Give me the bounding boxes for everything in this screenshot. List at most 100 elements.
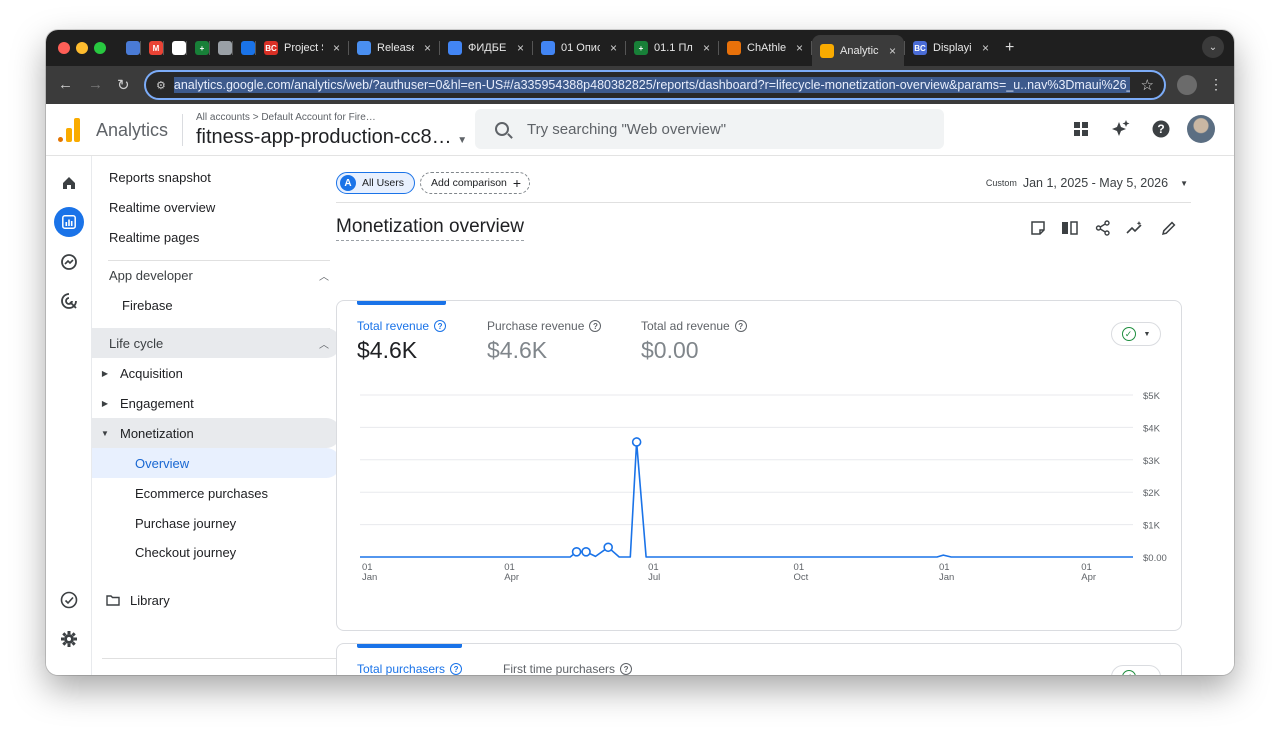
first-time-purchasers-metric[interactable]: First time purchasers? 84 <box>503 662 633 675</box>
advertising-icon[interactable] <box>54 286 84 316</box>
nav-reports-snapshot[interactable]: Reports snapshot <box>92 162 341 192</box>
y-tick-label: $4K <box>1143 423 1161 434</box>
tab-favicon-icon: + <box>634 41 648 55</box>
browser-menu-icon[interactable]: ⋮ <box>1209 76 1223 93</box>
property-selector[interactable]: fitness-app-production-cc8… ▼ <box>196 126 467 149</box>
chevron-down-icon: ▼ <box>457 135 468 146</box>
reload-icon[interactable]: ↻ <box>117 76 130 94</box>
nav-overview[interactable]: Overview <box>92 448 341 478</box>
search-input[interactable] <box>527 120 907 138</box>
reports-icon[interactable] <box>54 207 84 237</box>
card-status-menu[interactable]: ✓ ▼ <box>1111 665 1161 675</box>
address-bar[interactable]: ⚙ analytics.google.com/analytics/web/?au… <box>144 70 1166 100</box>
close-window-button[interactable] <box>58 42 70 54</box>
total-purchasers-metric[interactable]: Total purchasers? 84 <box>357 662 463 675</box>
close-tab-icon[interactable]: × <box>610 41 617 55</box>
edit-pencil-icon[interactable] <box>1159 218 1179 238</box>
header-divider <box>182 114 183 146</box>
edit-comparisons-icon[interactable] <box>1028 218 1048 238</box>
apps-grid-icon[interactable] <box>1070 118 1092 140</box>
tab-title: ФИДБЕК <box>468 42 507 54</box>
browser-window: M+BCProject S×Release×ФИДБЕК×01 Опис×+01… <box>46 30 1234 675</box>
browser-tab[interactable] <box>118 35 140 61</box>
page-title[interactable]: Monetization overview <box>336 216 524 241</box>
compare-icon[interactable] <box>1060 218 1080 238</box>
browser-tab[interactable] <box>233 35 255 61</box>
add-comparison-button[interactable]: Add comparison + <box>420 172 531 194</box>
collapse-nav-icon[interactable]: ‹ <box>314 670 319 675</box>
site-settings-icon[interactable]: ⚙ <box>156 79 166 92</box>
close-tab-icon[interactable]: × <box>982 41 989 55</box>
browser-tab[interactable]: M <box>141 35 163 61</box>
close-tab-icon[interactable]: × <box>889 44 896 58</box>
y-tick-label: $3K <box>1143 456 1161 467</box>
browser-tab[interactable]: 01 Опис × <box>533 35 625 61</box>
browser-tab[interactable] <box>210 35 232 61</box>
back-arrow-icon[interactable]: ← <box>58 76 73 93</box>
app-name: Analytics <box>96 120 169 140</box>
close-tab-icon[interactable]: × <box>703 41 710 55</box>
close-tab-icon[interactable]: × <box>333 41 340 55</box>
browser-tab[interactable]: ChAthlet × <box>719 35 811 61</box>
breadcrumb[interactable]: All accounts > Default Account for Fire… <box>196 112 376 123</box>
tab-favicon-icon <box>448 41 462 55</box>
nav-group-app-developer[interactable]: App developer ︿ <box>92 260 341 290</box>
admin-check-icon[interactable] <box>54 585 84 615</box>
nav-checkout-journey[interactable]: Checkout journey <box>92 537 341 567</box>
sparkle-insights-icon[interactable] <box>1110 118 1132 140</box>
tab-favicon-icon <box>126 41 140 55</box>
profile-avatar[interactable] <box>1177 75 1197 95</box>
new-tab-button[interactable]: + <box>997 39 1022 57</box>
y-tick-label: $2K <box>1143 488 1161 499</box>
close-tab-icon[interactable]: × <box>796 41 803 55</box>
analytics-logo-icon[interactable] <box>58 118 80 142</box>
all-users-chip[interactable]: A All Users <box>336 172 416 194</box>
search-bar[interactable] <box>475 109 944 149</box>
nav-engagement[interactable]: ▶ Engagement <box>92 388 341 418</box>
bookmark-star-icon[interactable]: ☆ <box>1141 76 1154 94</box>
minimize-window-button[interactable] <box>76 42 88 54</box>
share-icon[interactable] <box>1093 218 1113 238</box>
tab-list: M+BCProject S×Release×ФИДБЕК×01 Опис×+01… <box>118 35 1022 66</box>
browser-tab[interactable]: BC Project S × <box>256 35 348 61</box>
nav-library[interactable]: Library <box>92 585 341 615</box>
user-avatar[interactable] <box>1187 115 1215 143</box>
close-tab-icon[interactable]: × <box>517 41 524 55</box>
revenue-line-chart: $0.00$1K$2K$3K$4K$5K01Jan01Apr01Jul01Oct… <box>360 391 1167 583</box>
browser-tab[interactable]: + <box>187 35 209 61</box>
insights-icon[interactable] <box>1125 218 1145 238</box>
browser-tab[interactable]: Analytic × <box>812 35 904 66</box>
forward-arrow-icon[interactable]: → <box>88 76 103 93</box>
url-text[interactable]: analytics.google.com/analytics/web/?auth… <box>173 77 1130 93</box>
date-range-picker[interactable]: Custom Jan 1, 2025 - May 5, 2026 ▼ <box>986 176 1188 190</box>
tab-favicon-icon: BC <box>913 41 927 55</box>
browser-tab[interactable]: BC Displayir × <box>905 35 997 61</box>
nav-acquisition[interactable]: ▶ Acquisition <box>92 358 341 388</box>
chevron-up-icon: ︿ <box>319 271 329 283</box>
browser-tab[interactable]: +01.1 Пле × <box>626 35 718 61</box>
zoom-window-button[interactable] <box>94 42 106 54</box>
y-tick-label: $0.00 <box>1143 553 1167 564</box>
nav-monetization[interactable]: ▼ Monetization <box>92 418 341 448</box>
browser-tab[interactable]: ФИДБЕК × <box>440 35 532 61</box>
nav-label: Library <box>130 592 170 608</box>
browser-tab[interactable] <box>164 35 186 61</box>
nav-firebase[interactable]: Firebase <box>92 290 341 320</box>
settings-gear-icon[interactable] <box>54 624 84 654</box>
nav-realtime-overview[interactable]: Realtime overview <box>92 192 341 222</box>
chevron-down-icon: ▼ <box>1180 178 1188 188</box>
help-icon[interactable]: ? <box>450 663 463 675</box>
explore-icon[interactable] <box>54 247 84 277</box>
tab-search-button[interactable]: ⌄ <box>1202 36 1224 58</box>
nav-purchase-journey[interactable]: Purchase journey <box>92 508 341 538</box>
browser-tab[interactable]: Release × <box>349 35 439 61</box>
close-tab-icon[interactable]: × <box>424 41 431 55</box>
nav-group-life-cycle[interactable]: Life cycle ︿ <box>92 328 341 358</box>
expand-arrow-icon: ▶ <box>101 368 109 378</box>
nav-realtime-pages[interactable]: Realtime pages <box>92 222 341 252</box>
help-icon[interactable]: ? <box>620 663 633 675</box>
help-icon[interactable]: ? <box>1150 118 1172 140</box>
nav-ecommerce-purchases[interactable]: Ecommerce purchases <box>92 478 341 508</box>
home-icon[interactable] <box>54 168 84 198</box>
data-point-marker <box>571 547 582 557</box>
